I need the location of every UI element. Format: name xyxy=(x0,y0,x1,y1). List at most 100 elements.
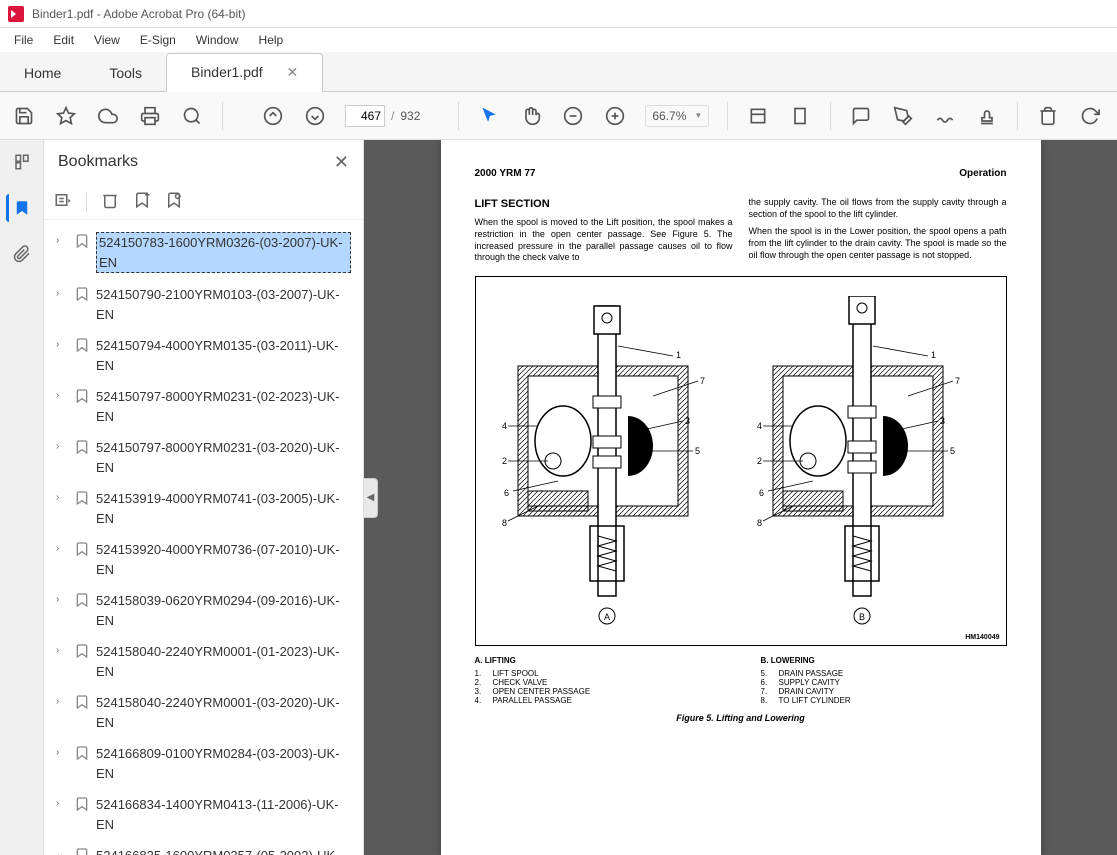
side-rail xyxy=(0,140,44,855)
collapse-handle-icon[interactable]: ◀ xyxy=(364,478,378,518)
bookmark-label: 524166834-1400YRM0413-(11-2006)-UK-EN xyxy=(96,795,351,834)
bookmark-item[interactable]: › 524166834-1400YRM0413-(11-2006)-UK-EN xyxy=(52,789,355,840)
menu-edit[interactable]: Edit xyxy=(43,29,84,51)
next-page-icon[interactable] xyxy=(303,104,327,128)
legend-b-title: B. LOWERING xyxy=(761,656,1007,665)
bookmark-icon xyxy=(74,337,90,353)
bookmark-label: 524150790-2100YRM0103-(03-2007)-UK-EN xyxy=(96,285,351,324)
bookmark-icon xyxy=(74,490,90,506)
menu-esign[interactable]: E-Sign xyxy=(130,29,186,51)
tab-tools[interactable]: Tools xyxy=(85,55,166,91)
svg-text:A: A xyxy=(604,612,610,622)
section-heading: LIFT SECTION xyxy=(475,197,733,211)
chevron-icon[interactable]: › xyxy=(56,489,68,507)
fit-width-icon[interactable] xyxy=(746,104,770,128)
svg-text:6: 6 xyxy=(759,488,764,498)
chevron-icon[interactable]: › xyxy=(56,693,68,711)
chevron-icon[interactable]: › xyxy=(56,744,68,762)
tab-document[interactable]: Binder1.pdf ✕ xyxy=(166,53,323,92)
menu-window[interactable]: Window xyxy=(186,29,249,51)
bookmark-icon xyxy=(74,694,90,710)
chevron-icon[interactable]: › xyxy=(56,438,68,456)
page-content: 2000 YRM 77 Operation LIFT SECTION When … xyxy=(441,140,1041,855)
select-icon[interactable] xyxy=(477,104,501,128)
svg-text:7: 7 xyxy=(700,376,705,386)
chevron-icon[interactable]: › xyxy=(56,540,68,558)
bookmark-item[interactable]: ›524150794-4000YRM0135-(03-2011)-UK-EN xyxy=(52,330,355,381)
chevron-icon[interactable]: › xyxy=(56,387,68,405)
bookmark-icon xyxy=(74,388,90,404)
panel-title: Bookmarks xyxy=(58,153,138,171)
star-icon[interactable] xyxy=(54,104,78,128)
bookmark-item[interactable]: › 524153920-4000YRM0736-(07-2010)-UK-EN xyxy=(52,534,355,585)
bookmark-label: 524158039-0620YRM0294-(09-2016)-UK-EN xyxy=(96,591,351,630)
add-bookmark-icon[interactable] xyxy=(133,191,151,212)
menu-help[interactable]: Help xyxy=(249,29,294,51)
zoom-dropdown[interactable]: 66.7% ▼ xyxy=(645,105,709,127)
save-icon[interactable] xyxy=(12,104,36,128)
bookmark-icon xyxy=(74,592,90,608)
bookmark-item[interactable]: ›524158040-2240YRM0001-(03-2020)-UK-EN xyxy=(52,687,355,738)
page-input[interactable] xyxy=(345,105,385,127)
cloud-icon[interactable] xyxy=(96,104,120,128)
fit-page-icon[interactable] xyxy=(788,104,812,128)
menu-view[interactable]: View xyxy=(84,29,130,51)
close-icon[interactable]: ✕ xyxy=(287,64,299,80)
search-icon[interactable] xyxy=(180,104,204,128)
svg-text:1: 1 xyxy=(676,350,681,360)
bookmark-item[interactable]: ›524153919-4000YRM0741-(03-2005)-UK-EN xyxy=(52,483,355,534)
bookmark-item[interactable]: ⌄524166835-1600YRM0257-(05-2002)-UK-EN xyxy=(52,840,355,855)
bookmark-item[interactable]: › 524150790-2100YRM0103-(03-2007)-UK-EN xyxy=(52,279,355,330)
chevron-icon[interactable]: › xyxy=(56,232,68,250)
page-total: 932 xyxy=(400,109,420,123)
figure-caption: Figure 5. Lifting and Lowering xyxy=(475,713,1007,723)
chevron-icon[interactable]: ⌄ xyxy=(56,846,68,855)
bookmark-icon xyxy=(74,541,90,557)
bookmarks-icon[interactable] xyxy=(6,194,34,222)
page-number: / 932 xyxy=(345,105,420,127)
chevron-icon[interactable]: › xyxy=(56,795,68,813)
highlight-icon[interactable] xyxy=(891,104,915,128)
bookmark-label: 524153920-4000YRM0736-(07-2010)-UK-EN xyxy=(96,540,351,579)
print-icon[interactable] xyxy=(138,104,162,128)
sign-icon[interactable] xyxy=(933,104,957,128)
figure-5: 1735 4268 A xyxy=(475,276,1007,646)
panel-close-icon[interactable]: ✕ xyxy=(334,152,349,173)
svg-text:4: 4 xyxy=(502,421,507,431)
document-area[interactable]: ◀ 2000 YRM 77 Operation LIFT SECTION Whe… xyxy=(364,140,1117,855)
options-icon[interactable] xyxy=(54,191,72,212)
bookmark-item[interactable]: ›524150783-1600YRM0326-(03-2007)-UK-EN xyxy=(52,226,355,279)
para-2: the supply cavity. The oil flows from th… xyxy=(749,197,1007,220)
comment-icon[interactable] xyxy=(849,104,873,128)
chevron-icon[interactable]: › xyxy=(56,642,68,660)
prev-page-icon[interactable] xyxy=(261,104,285,128)
delete-icon[interactable] xyxy=(1036,104,1060,128)
zoom-out-icon[interactable] xyxy=(561,104,585,128)
stamp-icon[interactable] xyxy=(975,104,999,128)
menu-file[interactable]: File xyxy=(4,29,43,51)
thumbnails-icon[interactable] xyxy=(8,148,36,176)
menu-bar: File Edit View E-Sign Window Help xyxy=(0,28,1117,52)
attachments-icon[interactable] xyxy=(8,240,36,268)
trash-icon[interactable] xyxy=(101,191,119,212)
chevron-icon[interactable]: › xyxy=(56,336,68,354)
hand-icon[interactable] xyxy=(519,104,543,128)
figure-ref: HM140049 xyxy=(965,634,999,641)
zoom-value: 66.7% xyxy=(652,109,686,123)
chevron-icon[interactable]: › xyxy=(56,285,68,303)
bookmark-icon xyxy=(74,286,90,302)
bookmark-item[interactable]: › 524158040-2240YRM0001-(01-2023)-UK-EN xyxy=(52,636,355,687)
bookmark-item[interactable]: ›524150797-8000YRM0231-(02-2023)-UK-EN xyxy=(52,381,355,432)
svg-text:5: 5 xyxy=(695,446,700,456)
bookmark-item[interactable]: › 524158039-0620YRM0294-(09-2016)-UK-EN xyxy=(52,585,355,636)
bookmark-label: 524158040-2240YRM0001-(01-2023)-UK-EN xyxy=(96,642,351,681)
find-bookmark-icon[interactable] xyxy=(165,191,183,212)
tab-home[interactable]: Home xyxy=(0,55,85,91)
zoom-in-icon[interactable] xyxy=(603,104,627,128)
bookmark-item[interactable]: ›524150797-8000YRM0231-(03-2020)-UK-EN xyxy=(52,432,355,483)
toolbar: / 932 66.7% ▼ xyxy=(0,92,1117,140)
chevron-icon[interactable]: › xyxy=(56,591,68,609)
para-1: When the spool is moved to the Lift posi… xyxy=(475,217,733,264)
bookmark-item[interactable]: ›524166809-0100YRM0284-(03-2003)-UK-EN xyxy=(52,738,355,789)
rotate-icon[interactable] xyxy=(1078,104,1102,128)
